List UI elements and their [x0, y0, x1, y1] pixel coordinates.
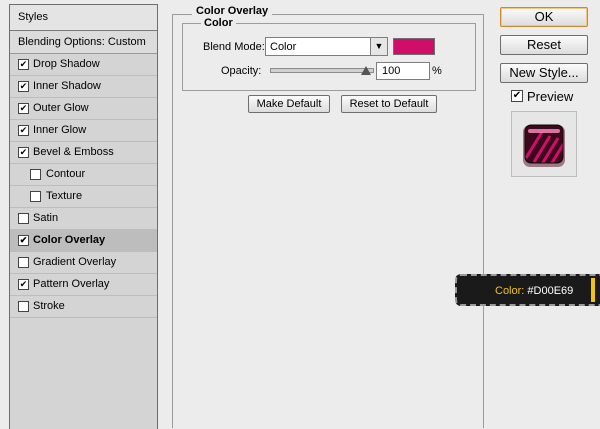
color-overlay-checkbox[interactable]: ✔	[18, 235, 29, 246]
preview-swatch-image	[523, 124, 565, 167]
style-item-inner-glow[interactable]: ✔ Inner Glow	[10, 120, 157, 142]
tooltip-text: Color: #D00E69	[495, 285, 573, 297]
overlay-color-swatch[interactable]	[393, 38, 435, 55]
style-item-label: Satin	[33, 212, 59, 224]
style-item-label: Contour	[46, 168, 86, 180]
group-title: Color	[201, 17, 236, 29]
style-item-label: Bevel & Emboss	[33, 146, 114, 158]
styles-header[interactable]: Styles	[10, 5, 157, 31]
tooltip-value: #D00E69	[527, 285, 574, 297]
texture-checkbox[interactable]	[30, 191, 41, 202]
chevron-down-icon[interactable]: ▼	[370, 38, 387, 55]
blend-mode-select[interactable]: Color ▼	[265, 37, 388, 56]
blending-options-item[interactable]: Blending Options: Custom	[10, 31, 157, 54]
style-item-contour[interactable]: Contour	[10, 164, 157, 186]
stroke-checkbox[interactable]	[18, 301, 29, 312]
style-item-label: Stroke	[33, 300, 65, 312]
style-item-bevel-emboss[interactable]: ✔ Bevel & Emboss	[10, 142, 157, 164]
opacity-slider-thumb[interactable]	[361, 66, 371, 75]
style-item-gradient-overlay[interactable]: Gradient Overlay	[10, 252, 157, 274]
reset-button[interactable]: Reset	[500, 35, 588, 55]
opacity-unit: %	[432, 65, 442, 77]
drop-shadow-checkbox[interactable]: ✔	[18, 59, 29, 70]
blend-mode-label: Blend Mode:	[203, 41, 265, 53]
style-item-label: Drop Shadow	[33, 58, 100, 70]
tooltip-label: Color:	[495, 285, 525, 297]
section-title: Color Overlay	[192, 5, 273, 17]
style-item-label: Texture	[46, 190, 83, 202]
style-item-drop-shadow[interactable]: ✔ Drop Shadow	[10, 54, 157, 76]
inner-shadow-checkbox[interactable]: ✔	[18, 81, 29, 92]
styles-list-panel: Styles Blending Options: Custom ✔ Drop S…	[9, 4, 158, 429]
blend-mode-value: Color	[270, 41, 297, 53]
section-border-left	[172, 14, 173, 428]
satin-checkbox[interactable]	[18, 213, 29, 224]
color-tooltip: Color: #D00E69	[455, 274, 600, 306]
style-item-label: Color Overlay	[33, 234, 106, 246]
style-item-satin[interactable]: Satin	[10, 208, 157, 230]
opacity-slider-track[interactable]	[270, 68, 374, 73]
style-item-label: Pattern Overlay	[33, 278, 110, 290]
style-item-stroke[interactable]: Stroke	[10, 296, 157, 318]
color-group-box	[182, 23, 476, 91]
gradient-overlay-checkbox[interactable]	[18, 257, 29, 268]
style-item-label: Gradient Overlay	[33, 256, 117, 268]
preview-label: Preview	[527, 89, 574, 104]
make-default-button[interactable]: Make Default	[248, 95, 330, 113]
section-border-right	[483, 14, 484, 428]
pattern-overlay-checkbox[interactable]: ✔	[18, 279, 29, 290]
bevel-emboss-checkbox[interactable]: ✔	[18, 147, 29, 158]
style-item-color-overlay[interactable]: ✔ Color Overlay	[10, 230, 157, 252]
reset-to-default-button[interactable]: Reset to Default	[341, 95, 437, 113]
opacity-input[interactable]: 100	[376, 62, 430, 80]
inner-glow-checkbox[interactable]: ✔	[18, 125, 29, 136]
style-item-inner-shadow[interactable]: ✔ Inner Shadow	[10, 76, 157, 98]
style-item-label: Inner Glow	[33, 124, 87, 136]
style-item-label: Outer Glow	[33, 102, 89, 114]
tooltip-accent-bar	[591, 278, 595, 302]
style-item-outer-glow[interactable]: ✔ Outer Glow	[10, 98, 157, 120]
opacity-label: Opacity:	[221, 65, 262, 77]
contour-checkbox[interactable]	[30, 169, 41, 180]
new-style-button[interactable]: New Style...	[500, 63, 588, 83]
style-item-texture[interactable]: Texture	[10, 186, 157, 208]
style-item-pattern-overlay[interactable]: ✔ Pattern Overlay	[10, 274, 157, 296]
ok-button[interactable]: OK	[500, 7, 588, 27]
preview-checkbox[interactable]: ✔	[511, 90, 523, 102]
outer-glow-checkbox[interactable]: ✔	[18, 103, 29, 114]
style-item-label: Inner Shadow	[33, 80, 101, 92]
style-preview-thumbnail	[511, 111, 577, 177]
